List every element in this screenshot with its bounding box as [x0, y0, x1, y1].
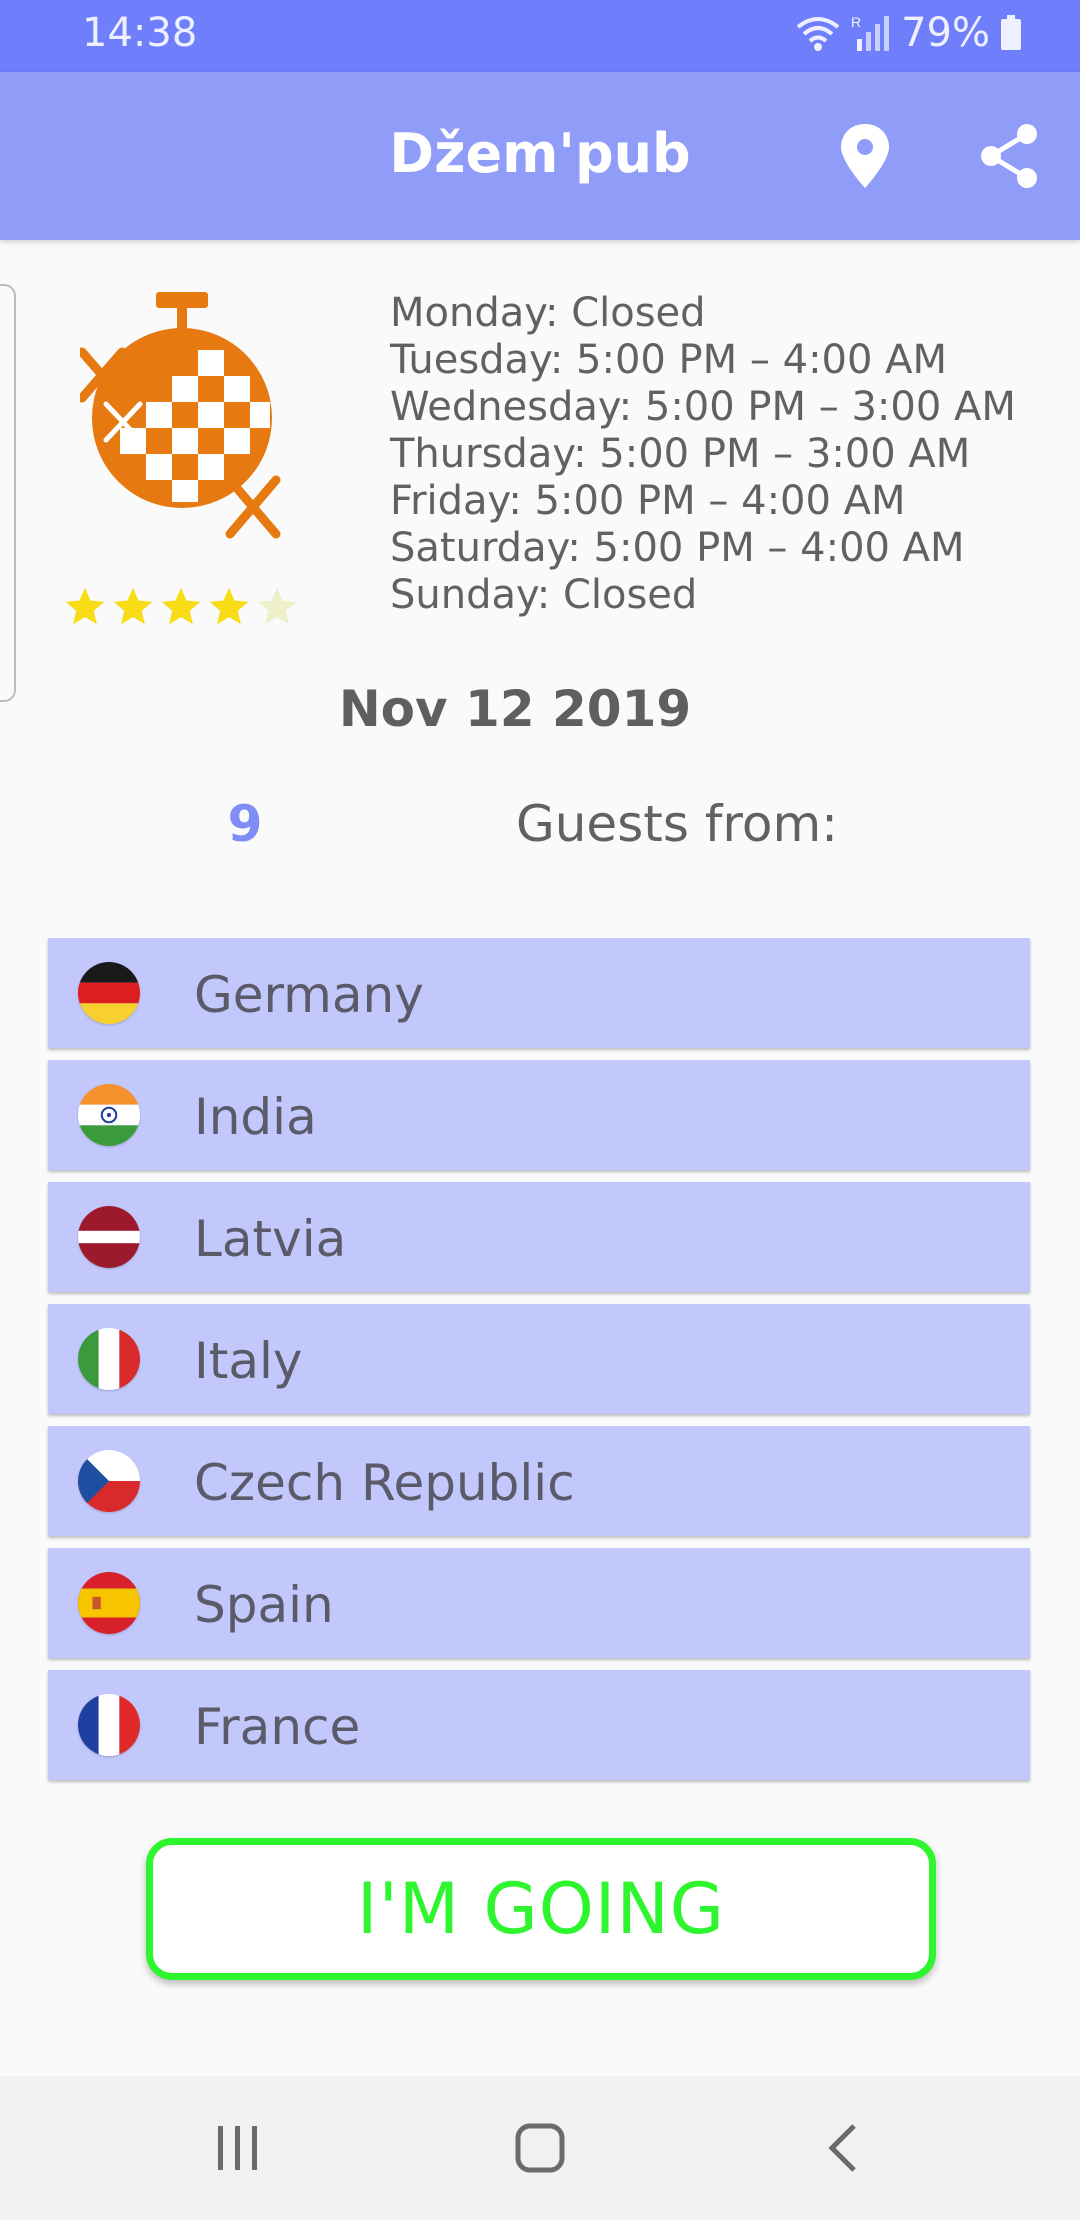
list-item[interactable]: Czech Republic	[48, 1426, 1030, 1536]
location-pin-icon[interactable]	[835, 122, 895, 190]
spain-flag-icon	[78, 1572, 140, 1634]
country-name: Germany	[194, 966, 424, 1024]
disco-ball-logo	[80, 292, 281, 539]
germany-flag-icon	[78, 962, 140, 1024]
list-item[interactable]: Latvia	[48, 1182, 1030, 1292]
battery-percent: 79%	[901, 10, 990, 56]
list-item[interactable]: Germany	[48, 938, 1030, 1048]
country-name: India	[194, 1088, 317, 1146]
india-flag-icon	[78, 1084, 140, 1146]
opening-hours: Monday: Closed Tuesday: 5:00 PM – 4:00 A…	[390, 290, 1016, 619]
country-name: Italy	[194, 1332, 303, 1390]
country-name: Spain	[194, 1576, 334, 1634]
star-filled-icon	[209, 587, 249, 625]
system-nav-bar	[0, 2076, 1080, 2220]
list-item[interactable]: Spain	[48, 1548, 1030, 1658]
country-list[interactable]: Germany India Latvia Italy Czech Republi…	[44, 938, 1036, 1786]
star-filled-icon	[161, 587, 201, 625]
wifi-icon	[796, 17, 840, 51]
rating-stars	[62, 584, 300, 630]
hours-line: Wednesday: 5:00 PM – 3:00 AM	[390, 384, 1016, 430]
page-title: Džem'pub	[389, 122, 691, 185]
country-name: Czech Republic	[194, 1454, 575, 1512]
app-bar: Džem'pub	[0, 72, 1080, 240]
im-going-button[interactable]: I'M GOING	[146, 1838, 936, 1980]
recent-apps-icon[interactable]	[214, 2122, 262, 2174]
star-filled-icon	[65, 587, 105, 625]
svg-text:R: R	[851, 14, 861, 30]
italy-flag-icon	[78, 1328, 140, 1390]
guest-count: 9	[227, 795, 263, 853]
country-name: Latvia	[194, 1210, 347, 1268]
back-icon[interactable]	[822, 2122, 866, 2174]
hours-line: Tuesday: 5:00 PM – 4:00 AM	[390, 337, 948, 383]
czech-flag-icon	[78, 1450, 140, 1512]
star-filled-icon	[113, 587, 153, 625]
hours-line: Sunday: Closed	[390, 572, 698, 618]
battery-icon	[1001, 15, 1021, 50]
hours-line: Saturday: 5:00 PM – 4:00 AM	[390, 525, 965, 571]
share-icon[interactable]	[975, 122, 1043, 190]
list-item[interactable]: France	[48, 1670, 1030, 1780]
guests-label: Guests from:	[516, 795, 838, 853]
signal-icon: R	[851, 14, 890, 51]
country-name: France	[194, 1698, 361, 1756]
status-right: R 79%	[795, 10, 1022, 56]
status-bar: 14:38 R 79%	[0, 0, 1080, 72]
hours-line: Thursday: 5:00 PM – 3:00 AM	[390, 431, 971, 477]
list-item[interactable]: Italy	[48, 1304, 1030, 1414]
latvia-flag-icon	[78, 1206, 140, 1268]
side-panel-edge[interactable]	[0, 284, 16, 702]
hours-line: Friday: 5:00 PM – 4:00 AM	[390, 478, 906, 524]
list-item[interactable]: India	[48, 1060, 1030, 1170]
status-time: 14:38	[82, 10, 198, 56]
hours-line: Monday: Closed	[390, 290, 706, 336]
france-flag-icon	[78, 1694, 140, 1756]
star-empty-icon	[257, 587, 297, 625]
event-date: Nov 12 2019	[338, 680, 692, 738]
home-icon[interactable]	[514, 2122, 566, 2174]
